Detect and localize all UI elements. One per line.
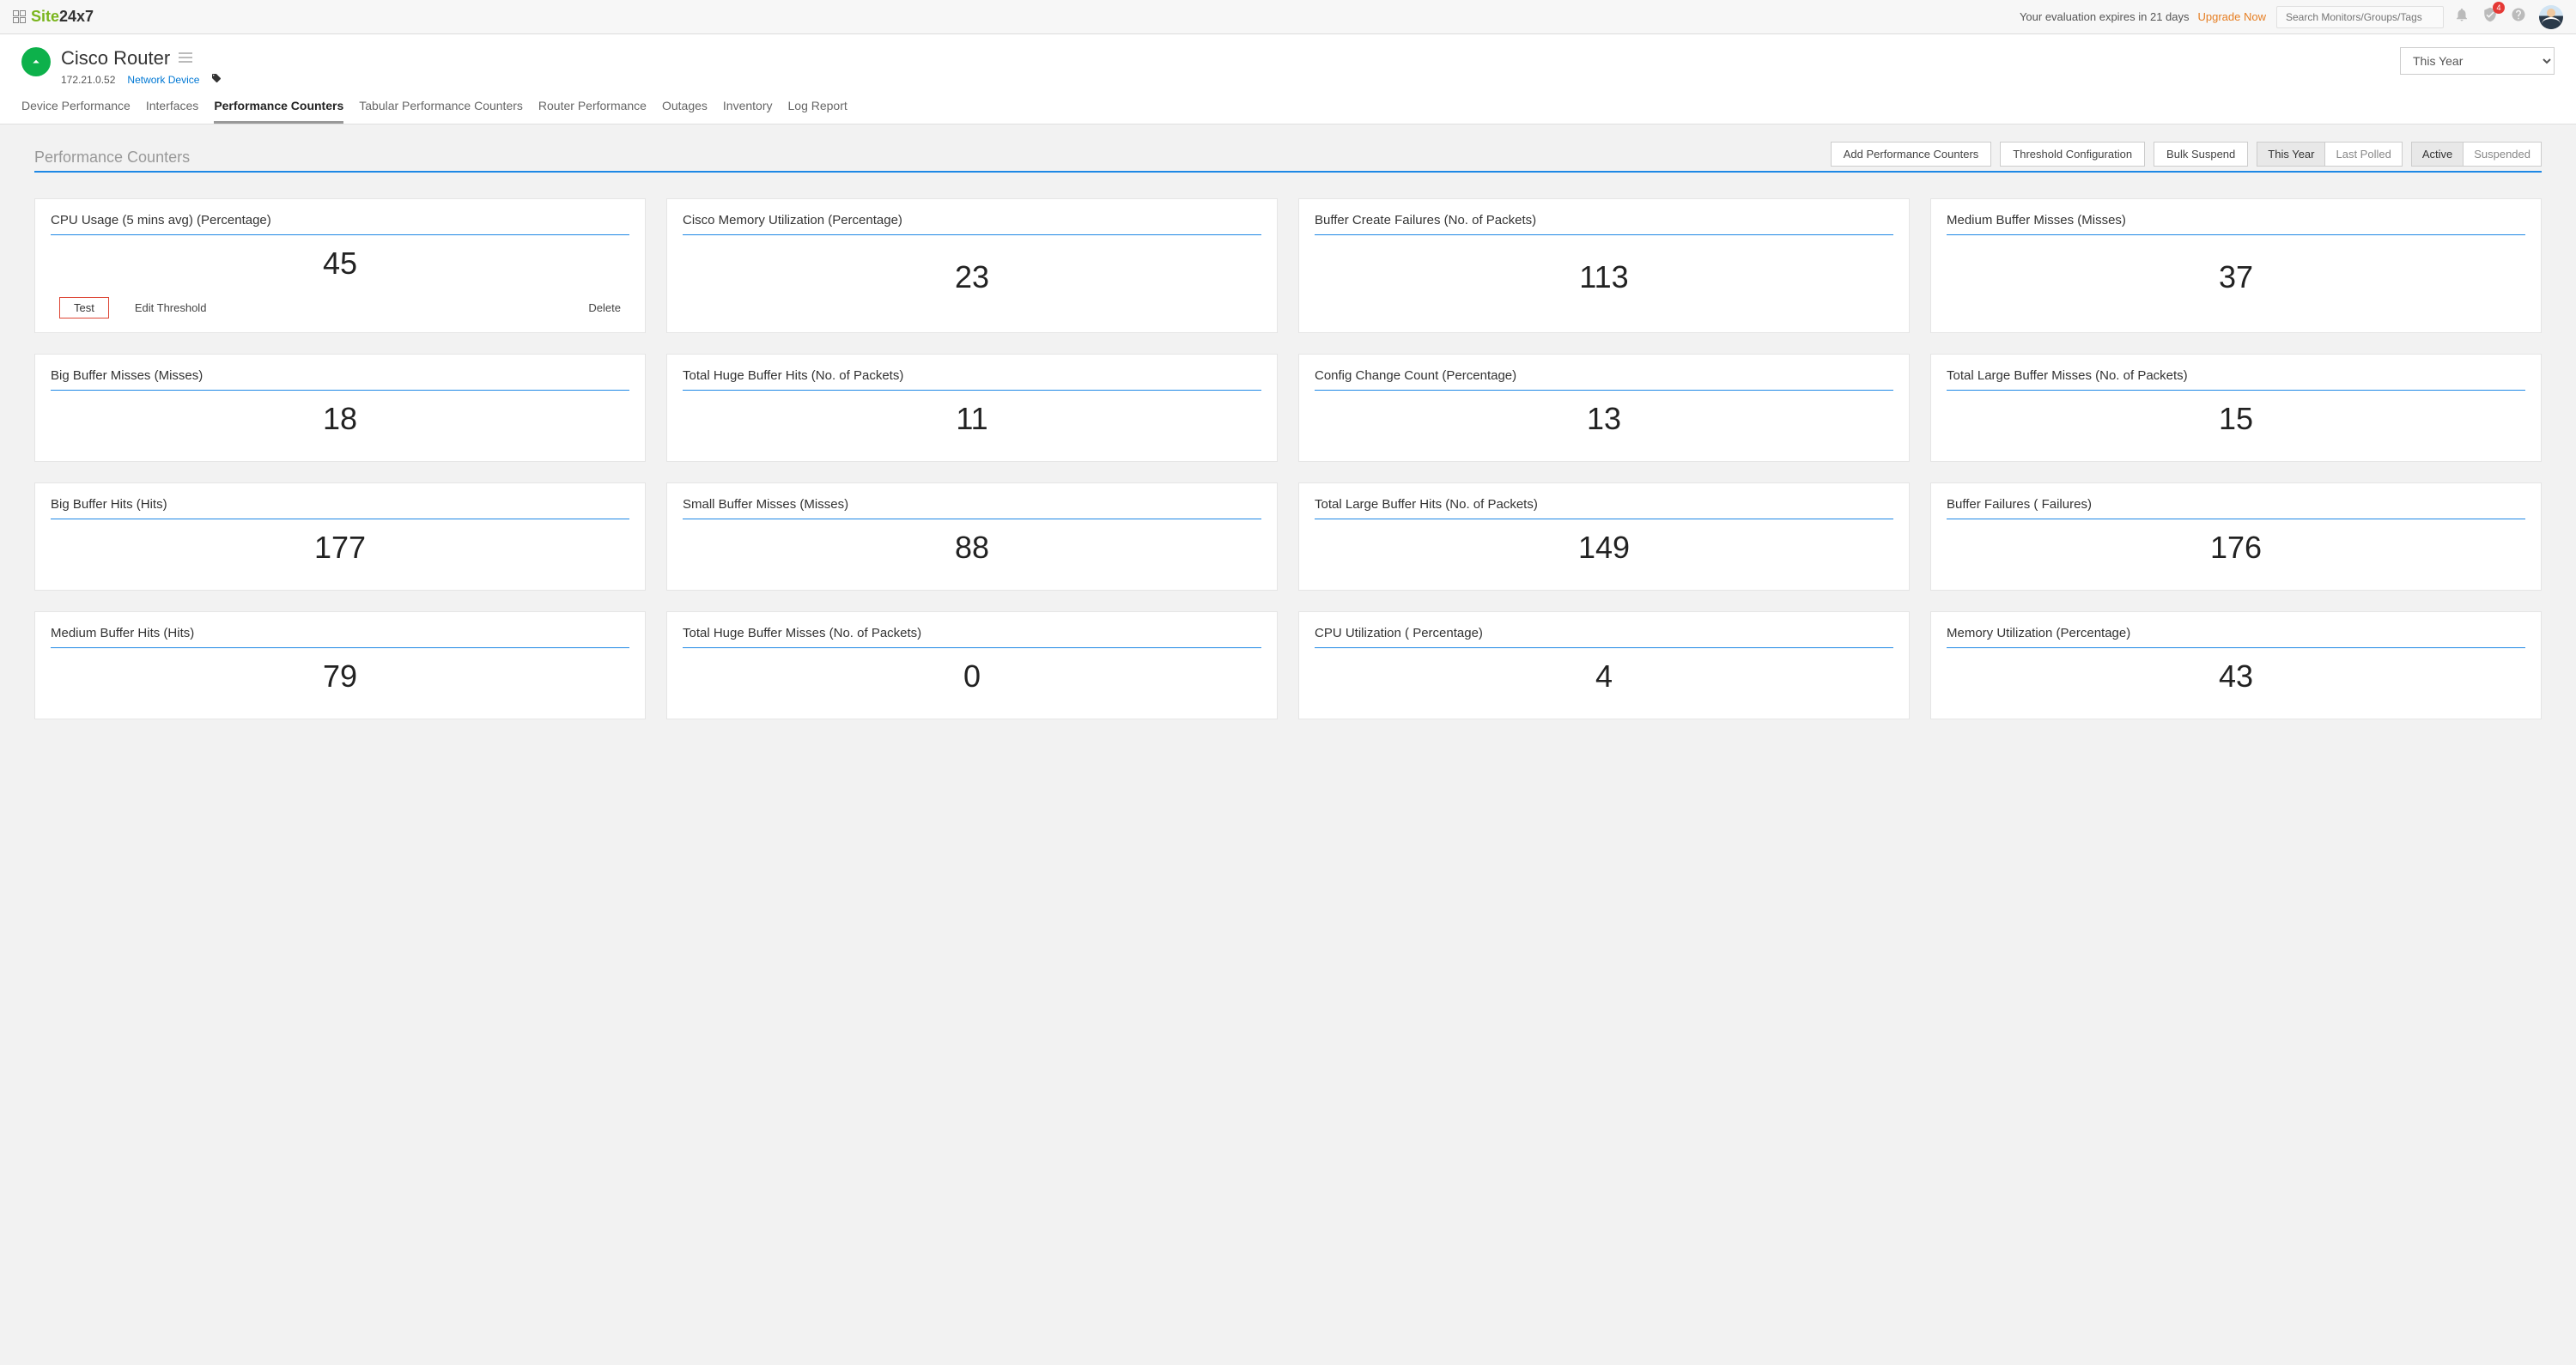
- avatar[interactable]: [2539, 5, 2563, 29]
- card-value: 45: [51, 235, 629, 292]
- device-section: Cisco Router 172.21.0.52 Network Device …: [0, 34, 2576, 124]
- counter-card: Total Large Buffer Misses (No. of Packet…: [1930, 354, 2542, 462]
- bulk-suspend-button[interactable]: Bulk Suspend: [2154, 142, 2248, 167]
- card-value: 176: [1947, 519, 2525, 576]
- card-title: CPU Utilization ( Percentage): [1315, 626, 1893, 648]
- counter-card: Cisco Memory Utilization (Percentage)23: [666, 198, 1278, 333]
- search-input[interactable]: [2276, 6, 2444, 28]
- counter-card: Memory Utilization (Percentage)43: [1930, 611, 2542, 719]
- card-value: 43: [1947, 648, 2525, 705]
- card-title: Buffer Create Failures (No. of Packets): [1315, 213, 1893, 235]
- time-range-select[interactable]: This Year: [2400, 47, 2555, 75]
- card-value: 79: [51, 648, 629, 705]
- card-title: Total Large Buffer Hits (No. of Packets): [1315, 497, 1893, 519]
- card-value: 4: [1315, 648, 1893, 705]
- bell-icon[interactable]: [2454, 7, 2470, 27]
- card-value: 18: [51, 391, 629, 447]
- tab-outages[interactable]: Outages: [662, 99, 708, 124]
- card-value: 149: [1315, 519, 1893, 576]
- device-title: Cisco Router: [61, 47, 170, 70]
- card-value: 37: [1947, 235, 2525, 318]
- section-title: Performance Counters: [34, 149, 190, 167]
- device-type-link[interactable]: Network Device: [127, 74, 199, 86]
- tab-tabular-performance-counters[interactable]: Tabular Performance Counters: [359, 99, 523, 124]
- delete-link[interactable]: Delete: [588, 301, 621, 314]
- counter-card: Buffer Create Failures (No. of Packets)1…: [1298, 198, 1910, 333]
- card-title: Big Buffer Misses (Misses): [51, 368, 629, 391]
- card-title: Buffer Failures ( Failures): [1947, 497, 2525, 519]
- counter-card: Medium Buffer Misses (Misses)37: [1930, 198, 2542, 333]
- tabs: Device Performance Interfaces Performance …: [21, 99, 2555, 124]
- card-title: Total Large Buffer Misses (No. of Packet…: [1947, 368, 2525, 391]
- help-icon[interactable]: [2511, 7, 2526, 27]
- card-value: 13: [1315, 391, 1893, 447]
- tab-performance-counters[interactable]: Performance Counters: [214, 99, 343, 124]
- main-content: Performance Counters Add Performance Cou…: [0, 124, 2576, 737]
- counter-card: Total Huge Buffer Misses (No. of Packets…: [666, 611, 1278, 719]
- card-title: Cisco Memory Utilization (Percentage): [683, 213, 1261, 235]
- evaluation-text: Your evaluation expires in 21 days: [2020, 10, 2190, 23]
- counter-card: CPU Usage (5 mins avg) (Percentage)45Tes…: [34, 198, 646, 333]
- card-value: 15: [1947, 391, 2525, 447]
- card-title: Total Huge Buffer Hits (No. of Packets): [683, 368, 1261, 391]
- counter-card: Big Buffer Hits (Hits)177: [34, 482, 646, 591]
- card-value: 0: [683, 648, 1261, 705]
- state-toggle-group: Active Suspended: [2411, 142, 2542, 167]
- edit-threshold-link[interactable]: Edit Threshold: [135, 301, 207, 314]
- tab-log-report[interactable]: Log Report: [788, 99, 848, 124]
- logo-text: Site24x7: [31, 8, 94, 26]
- upgrade-link[interactable]: Upgrade Now: [2198, 10, 2267, 23]
- counter-card: Small Buffer Misses (Misses)88: [666, 482, 1278, 591]
- tag-icon[interactable]: [211, 73, 222, 86]
- logo[interactable]: Site24x7: [13, 8, 94, 26]
- device-ip: 172.21.0.52: [61, 74, 115, 86]
- toggle-suspended[interactable]: Suspended: [2464, 143, 2541, 166]
- cards-grid: CPU Usage (5 mins avg) (Percentage)45Tes…: [34, 198, 2542, 719]
- notification-badge: 4: [2493, 2, 2505, 14]
- card-value: 11: [683, 391, 1261, 447]
- threshold-config-button[interactable]: Threshold Configuration: [2000, 142, 2145, 167]
- toggle-last-polled[interactable]: Last Polled: [2325, 143, 2401, 166]
- tab-interfaces[interactable]: Interfaces: [146, 99, 198, 124]
- card-title: Small Buffer Misses (Misses): [683, 497, 1261, 519]
- card-title: Medium Buffer Misses (Misses): [1947, 213, 2525, 235]
- top-header: Site24x7 Your evaluation expires in 21 d…: [0, 0, 2576, 34]
- card-title: Big Buffer Hits (Hits): [51, 497, 629, 519]
- card-value: 113: [1315, 235, 1893, 318]
- section-divider: [34, 171, 2542, 173]
- logo-icon: [13, 10, 27, 24]
- counter-card: Config Change Count (Percentage)13: [1298, 354, 1910, 462]
- shield-icon[interactable]: 4: [2482, 7, 2498, 27]
- toggle-this-year[interactable]: This Year: [2257, 143, 2325, 166]
- card-value: 177: [51, 519, 629, 576]
- counter-card: Medium Buffer Hits (Hits)79: [34, 611, 646, 719]
- card-value: 23: [683, 235, 1261, 318]
- card-value: 88: [683, 519, 1261, 576]
- card-title: Memory Utilization (Percentage): [1947, 626, 2525, 648]
- time-toggle-group: This Year Last Polled: [2257, 142, 2403, 167]
- card-title: Config Change Count (Percentage): [1315, 368, 1893, 391]
- counter-card: Total Huge Buffer Hits (No. of Packets)1…: [666, 354, 1278, 462]
- test-button[interactable]: Test: [59, 297, 109, 318]
- menu-icon[interactable]: [179, 50, 192, 68]
- status-up-icon: [21, 47, 51, 76]
- counter-card: CPU Utilization ( Percentage)4: [1298, 611, 1910, 719]
- tab-inventory[interactable]: Inventory: [723, 99, 773, 124]
- tab-device-performance[interactable]: Device Performance: [21, 99, 131, 124]
- counter-card: Buffer Failures ( Failures)176: [1930, 482, 2542, 591]
- add-counters-button[interactable]: Add Performance Counters: [1831, 142, 1992, 167]
- counter-card: Big Buffer Misses (Misses)18: [34, 354, 646, 462]
- tab-router-performance[interactable]: Router Performance: [538, 99, 647, 124]
- toggle-active[interactable]: Active: [2412, 143, 2464, 166]
- counter-card: Total Large Buffer Hits (No. of Packets)…: [1298, 482, 1910, 591]
- card-title: Total Huge Buffer Misses (No. of Packets…: [683, 626, 1261, 648]
- card-title: Medium Buffer Hits (Hits): [51, 626, 629, 648]
- card-title: CPU Usage (5 mins avg) (Percentage): [51, 213, 629, 235]
- card-actions: Test Edit Threshold Delete: [51, 292, 629, 318]
